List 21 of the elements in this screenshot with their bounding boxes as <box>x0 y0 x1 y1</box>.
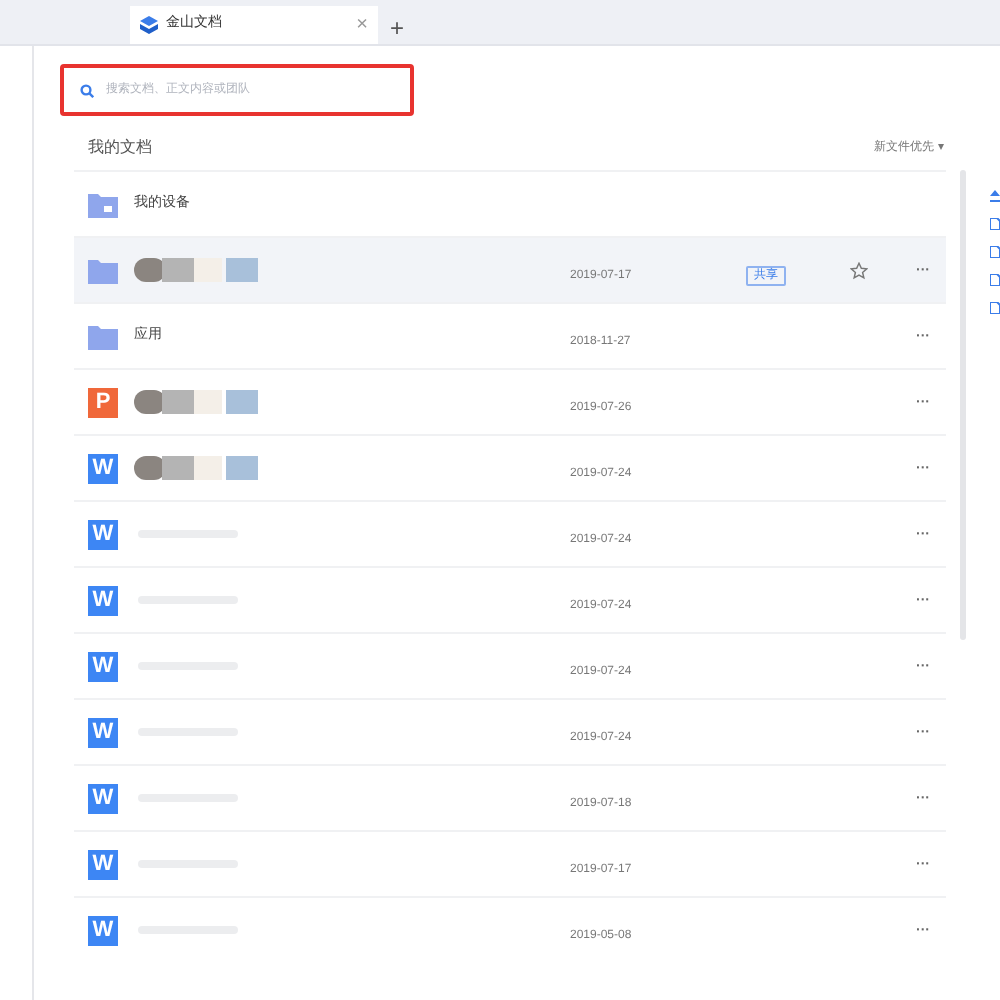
folder-icon <box>88 191 118 217</box>
document-icon[interactable] <box>990 302 1000 314</box>
file-type-icon: W <box>88 849 118 879</box>
new-tab-button[interactable]: + <box>390 16 405 40</box>
search-icon <box>80 83 94 97</box>
document-icon[interactable] <box>990 274 1000 286</box>
file-type-icon: W <box>88 717 118 747</box>
folder-icon <box>88 257 118 283</box>
document-icon[interactable] <box>990 218 1000 230</box>
file-type-icon: W <box>88 651 118 681</box>
file-type-icon: W <box>88 783 118 813</box>
file-type-icon: P <box>88 387 118 417</box>
star-icon[interactable] <box>849 261 867 279</box>
file-type-icon: W <box>88 915 118 945</box>
file-type-icon: W <box>88 453 118 483</box>
folder-icon <box>88 323 118 349</box>
file-type-icon: W <box>88 519 118 549</box>
document-icon[interactable] <box>990 246 1000 258</box>
file-type-icon: W <box>88 585 118 615</box>
close-tab-button[interactable]: × <box>356 15 368 35</box>
section-title: 我的文档 <box>88 136 152 160</box>
